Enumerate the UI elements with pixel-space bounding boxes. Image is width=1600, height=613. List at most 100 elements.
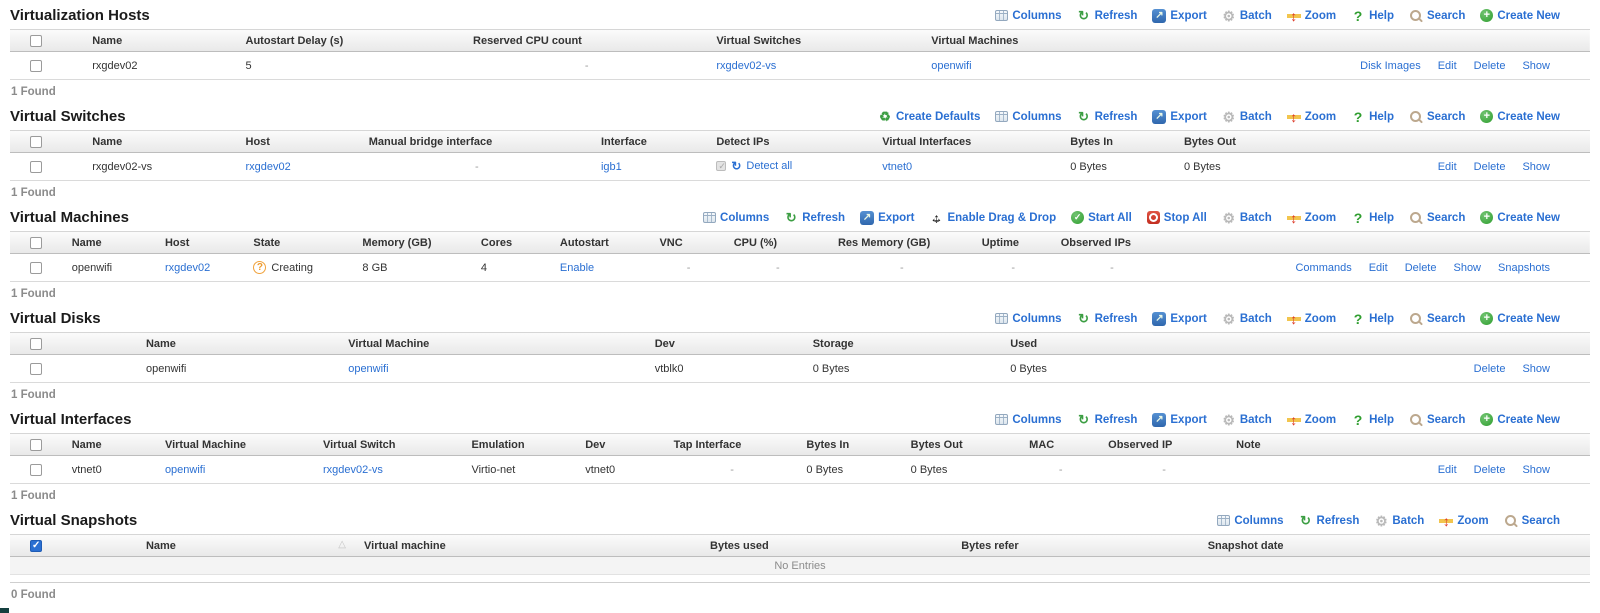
export-button[interactable]: Export [1152,110,1206,124]
zoom-button[interactable]: Zoom [1439,514,1488,528]
search-button[interactable]: Search [1409,211,1465,225]
defaults-button[interactable]: Create Defaults [878,110,980,124]
zoom-button[interactable]: Zoom [1287,9,1336,23]
select-all-checkbox[interactable] [30,439,42,451]
tool-label: Search [1427,414,1465,426]
search-button[interactable]: Search [1409,9,1465,23]
link-rxgdev02[interactable]: rxgdev02 [165,262,210,274]
batch-button[interactable]: Batch [1222,110,1272,124]
refresh-button[interactable]: Refresh [1077,110,1138,124]
help-button[interactable]: Help [1351,9,1394,23]
action-show[interactable]: Show [1522,60,1550,72]
select-all-checkbox[interactable] [30,237,42,249]
row-checkbox[interactable] [30,262,42,274]
columns-button[interactable]: Columns [703,212,769,224]
link-openwifi[interactable]: openwifi [348,363,388,375]
tool-label: Refresh [1095,10,1138,22]
columns-button[interactable]: Columns [995,414,1061,426]
create-button[interactable]: Create New [1480,110,1560,123]
zoom-button[interactable]: Zoom [1287,312,1336,326]
row-checkbox[interactable] [30,363,42,375]
zoom-button[interactable]: Zoom [1287,413,1336,427]
link-openwifi[interactable]: openwifi [165,464,205,476]
action-delete[interactable]: Delete [1474,60,1506,72]
batch-button[interactable]: Batch [1222,312,1272,326]
link-openwifi[interactable]: openwifi [931,60,971,72]
zoom-button[interactable]: Zoom [1287,110,1336,124]
action-snapshots[interactable]: Snapshots [1498,262,1550,274]
action-edit[interactable]: Edit [1438,464,1457,476]
columns-button[interactable]: Columns [995,111,1061,123]
help-button[interactable]: Help [1351,312,1394,326]
action-edit[interactable]: Edit [1438,60,1457,72]
section-header: Virtual InterfacesColumnsRefreshExportBa… [10,409,1590,430]
columns-button[interactable]: Columns [995,10,1061,22]
create-button[interactable]: Create New [1480,413,1560,426]
tool-label: Zoom [1305,313,1336,325]
select-all-checkbox[interactable] [30,35,42,47]
toolbar: Columns Refresh Export Enable Drag & Drop St… [703,211,1560,225]
search-button[interactable]: Search [1409,312,1465,326]
action-show[interactable]: Show [1522,363,1550,375]
action-edit[interactable]: Edit [1438,161,1457,173]
tool-label: Export [1170,10,1206,22]
columns-button[interactable]: Columns [1217,515,1283,527]
detect-refresh-icon: ↻ [731,159,741,173]
search-button[interactable]: Search [1409,110,1465,124]
export-button[interactable]: Export [1152,413,1206,427]
row-checkbox[interactable] [30,161,42,173]
row-checkbox[interactable] [30,60,42,72]
row-actions: Delete Show [1195,355,1590,383]
stopall-button[interactable]: Stop All [1147,211,1207,224]
drag-button[interactable]: Enable Drag & Drop [929,211,1056,225]
batch-button[interactable]: Batch [1222,211,1272,225]
detect-all-link[interactable]: Detect all [746,160,792,172]
select-all-checkbox[interactable] [30,540,42,552]
action-delete[interactable]: Delete [1405,262,1437,274]
section-header: Virtual DisksColumnsRefreshExportBatchZo… [10,308,1590,329]
columns-button[interactable]: Columns [995,313,1061,325]
link-rxgdev02[interactable]: rxgdev02 [246,161,291,173]
help-button[interactable]: Help [1351,211,1394,225]
action-show[interactable]: Show [1453,262,1481,274]
zoom-button[interactable]: Zoom [1287,211,1336,225]
link-igb1[interactable]: igb1 [601,161,622,173]
search-button[interactable]: Search [1409,413,1465,427]
help-button[interactable]: Help [1351,110,1394,124]
link-rxgdev02-vs[interactable]: rxgdev02-vs [323,464,383,476]
select-all-checkbox[interactable] [30,136,42,148]
refresh-button[interactable]: Refresh [1077,413,1138,427]
create-button[interactable]: Create New [1480,211,1560,224]
action-show[interactable]: Show [1522,161,1550,173]
batch-button[interactable]: Batch [1222,9,1272,23]
refresh-button[interactable]: Refresh [1299,514,1360,528]
create-button[interactable]: Create New [1480,312,1560,325]
tool-label: Zoom [1305,10,1336,22]
export-button[interactable]: Export [860,211,914,225]
refresh-button[interactable]: Refresh [1077,312,1138,326]
link-enable[interactable]: Enable [560,262,594,274]
action-show[interactable]: Show [1522,464,1550,476]
action-delete[interactable]: Delete [1474,161,1506,173]
refresh-button[interactable]: Refresh [1077,9,1138,23]
action-delete[interactable]: Delete [1474,464,1506,476]
sort-asc-icon[interactable] [338,539,346,550]
search-button[interactable]: Search [1504,514,1560,528]
batch-button[interactable]: Batch [1222,413,1272,427]
row-checkbox[interactable] [30,464,42,476]
startall-button[interactable]: Start All [1071,211,1132,224]
action-disk-images[interactable]: Disk Images [1360,60,1421,72]
refresh-button[interactable]: Refresh [784,211,845,225]
select-all-checkbox[interactable] [30,338,42,350]
export-button[interactable]: Export [1152,312,1206,326]
link-vtnet0[interactable]: vtnet0 [882,161,912,173]
column-header-observed-ips: Observed IPs [1053,232,1172,254]
help-button[interactable]: Help [1351,413,1394,427]
action-edit[interactable]: Edit [1369,262,1388,274]
batch-button[interactable]: Batch [1374,514,1424,528]
action-commands[interactable]: Commands [1295,262,1351,274]
link-rxgdev02-vs[interactable]: rxgdev02-vs [716,60,776,72]
create-button[interactable]: Create New [1480,9,1560,22]
export-button[interactable]: Export [1152,9,1206,23]
action-delete[interactable]: Delete [1474,363,1506,375]
